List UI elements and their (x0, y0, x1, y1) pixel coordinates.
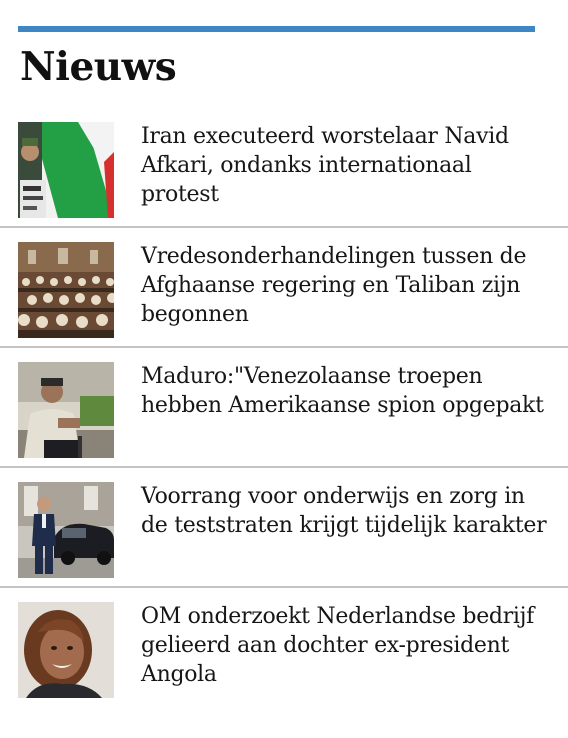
section-accent-bar (18, 26, 535, 32)
news-thumbnail-afghan-talks[interactable] (18, 242, 114, 338)
news-item[interactable]: OM onderzoekt Nederlandse bedrijf geliee… (0, 588, 568, 708)
news-item[interactable]: Iran executeerd worstelaar Navid Afkari,… (0, 108, 568, 228)
news-item[interactable]: Vredesonderhandelingen tussen de Afghaan… (0, 228, 568, 348)
section-title: Nieuws (20, 44, 177, 90)
news-headline[interactable]: Iran executeerd worstelaar Navid Afkari,… (141, 122, 551, 209)
news-thumbnail-iran[interactable] (18, 122, 114, 218)
news-thumbnail-angola[interactable] (18, 602, 114, 698)
woman-portrait-photo (18, 602, 114, 698)
maduro-speaking-photo (18, 362, 114, 458)
iran-protest-flag-photo (18, 122, 114, 218)
news-headline[interactable]: OM onderzoekt Nederlandse bedrijf geliee… (141, 602, 551, 689)
man-beside-car-photo (18, 482, 114, 578)
news-headline[interactable]: Maduro:"Venezolaanse troepen hebben Amer… (141, 362, 551, 420)
news-item[interactable]: Voorrang voor onderwijs en zorg in de te… (0, 468, 568, 588)
conference-hall-delegates-photo (18, 242, 114, 338)
news-item[interactable]: Maduro:"Venezolaanse troepen hebben Amer… (0, 348, 568, 468)
news-thumbnail-maduro[interactable] (18, 362, 114, 458)
news-thumbnail-teststraten[interactable] (18, 482, 114, 578)
news-headline[interactable]: Voorrang voor onderwijs en zorg in de te… (141, 482, 551, 540)
news-list: Iran executeerd worstelaar Navid Afkari,… (0, 108, 568, 708)
news-headline[interactable]: Vredesonderhandelingen tussen de Afghaan… (141, 242, 551, 329)
